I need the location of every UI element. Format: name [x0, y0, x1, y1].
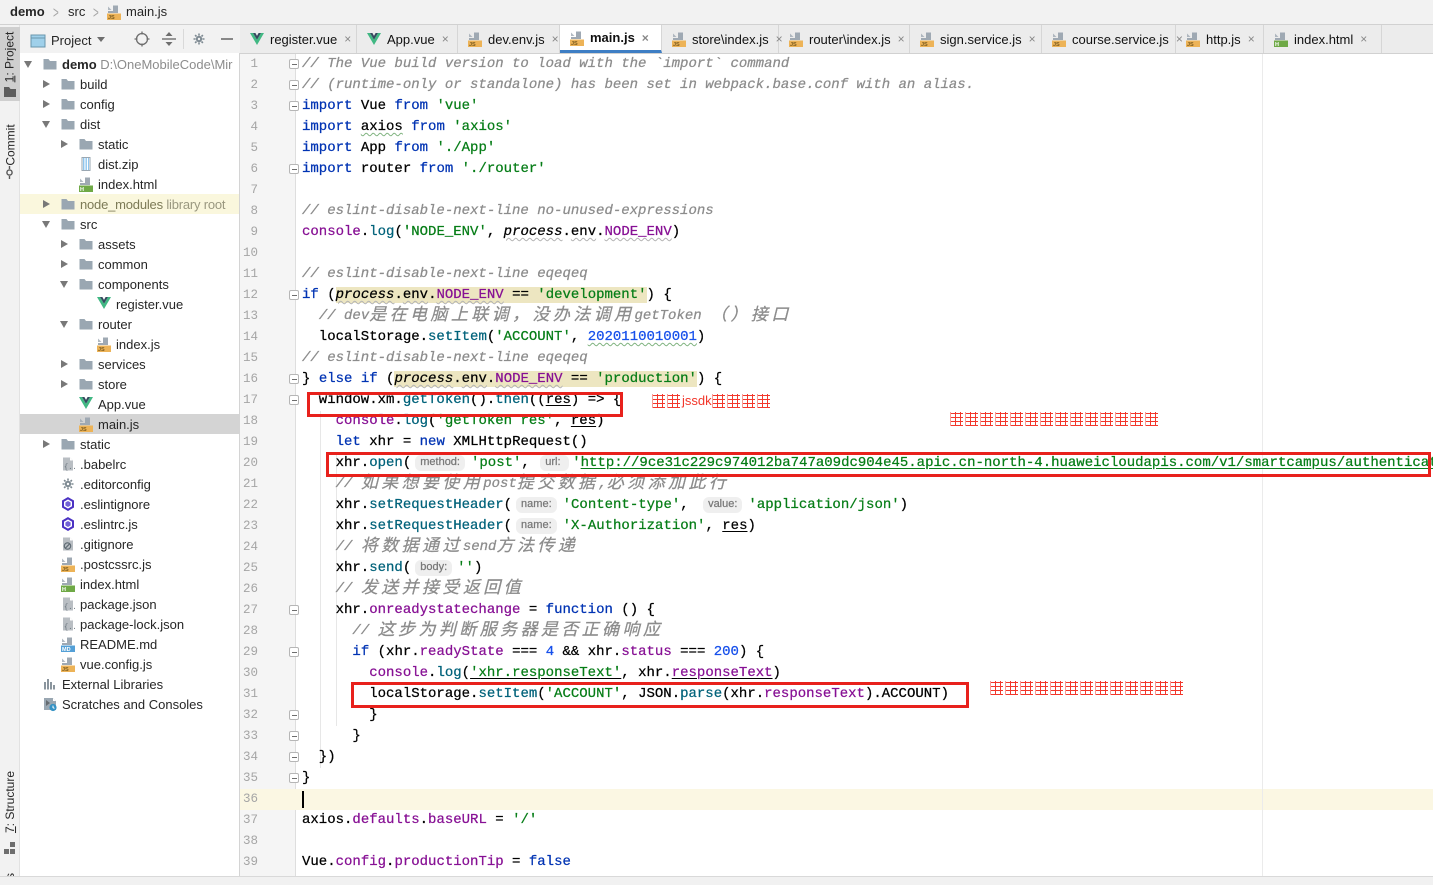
svg-text:JS: JS [98, 347, 105, 352]
svg-text:{..}: {..} [64, 624, 76, 632]
svg-text:JS: JS [790, 42, 797, 47]
svg-text:JS: JS [62, 567, 69, 572]
svg-text:JS: JS [1187, 42, 1194, 47]
svg-text:JS: JS [469, 42, 476, 47]
svg-text:H: H [62, 587, 66, 592]
svg-text:{..}: {..} [64, 464, 76, 472]
svg-text:{..}: {..} [64, 604, 76, 612]
svg-text:JS: JS [921, 42, 928, 47]
svg-text:H: H [1275, 42, 1279, 47]
svg-text:JS: JS [673, 42, 680, 47]
svg-text:JS: JS [1053, 42, 1060, 47]
svg-text:H: H [80, 187, 84, 192]
svg-text:JS: JS [62, 667, 69, 672]
svg-text:JS: JS [80, 427, 87, 432]
svg-text:JS: JS [108, 15, 115, 20]
svg-text:JS: JS [571, 41, 578, 46]
svg-text:MD: MD [62, 647, 71, 652]
